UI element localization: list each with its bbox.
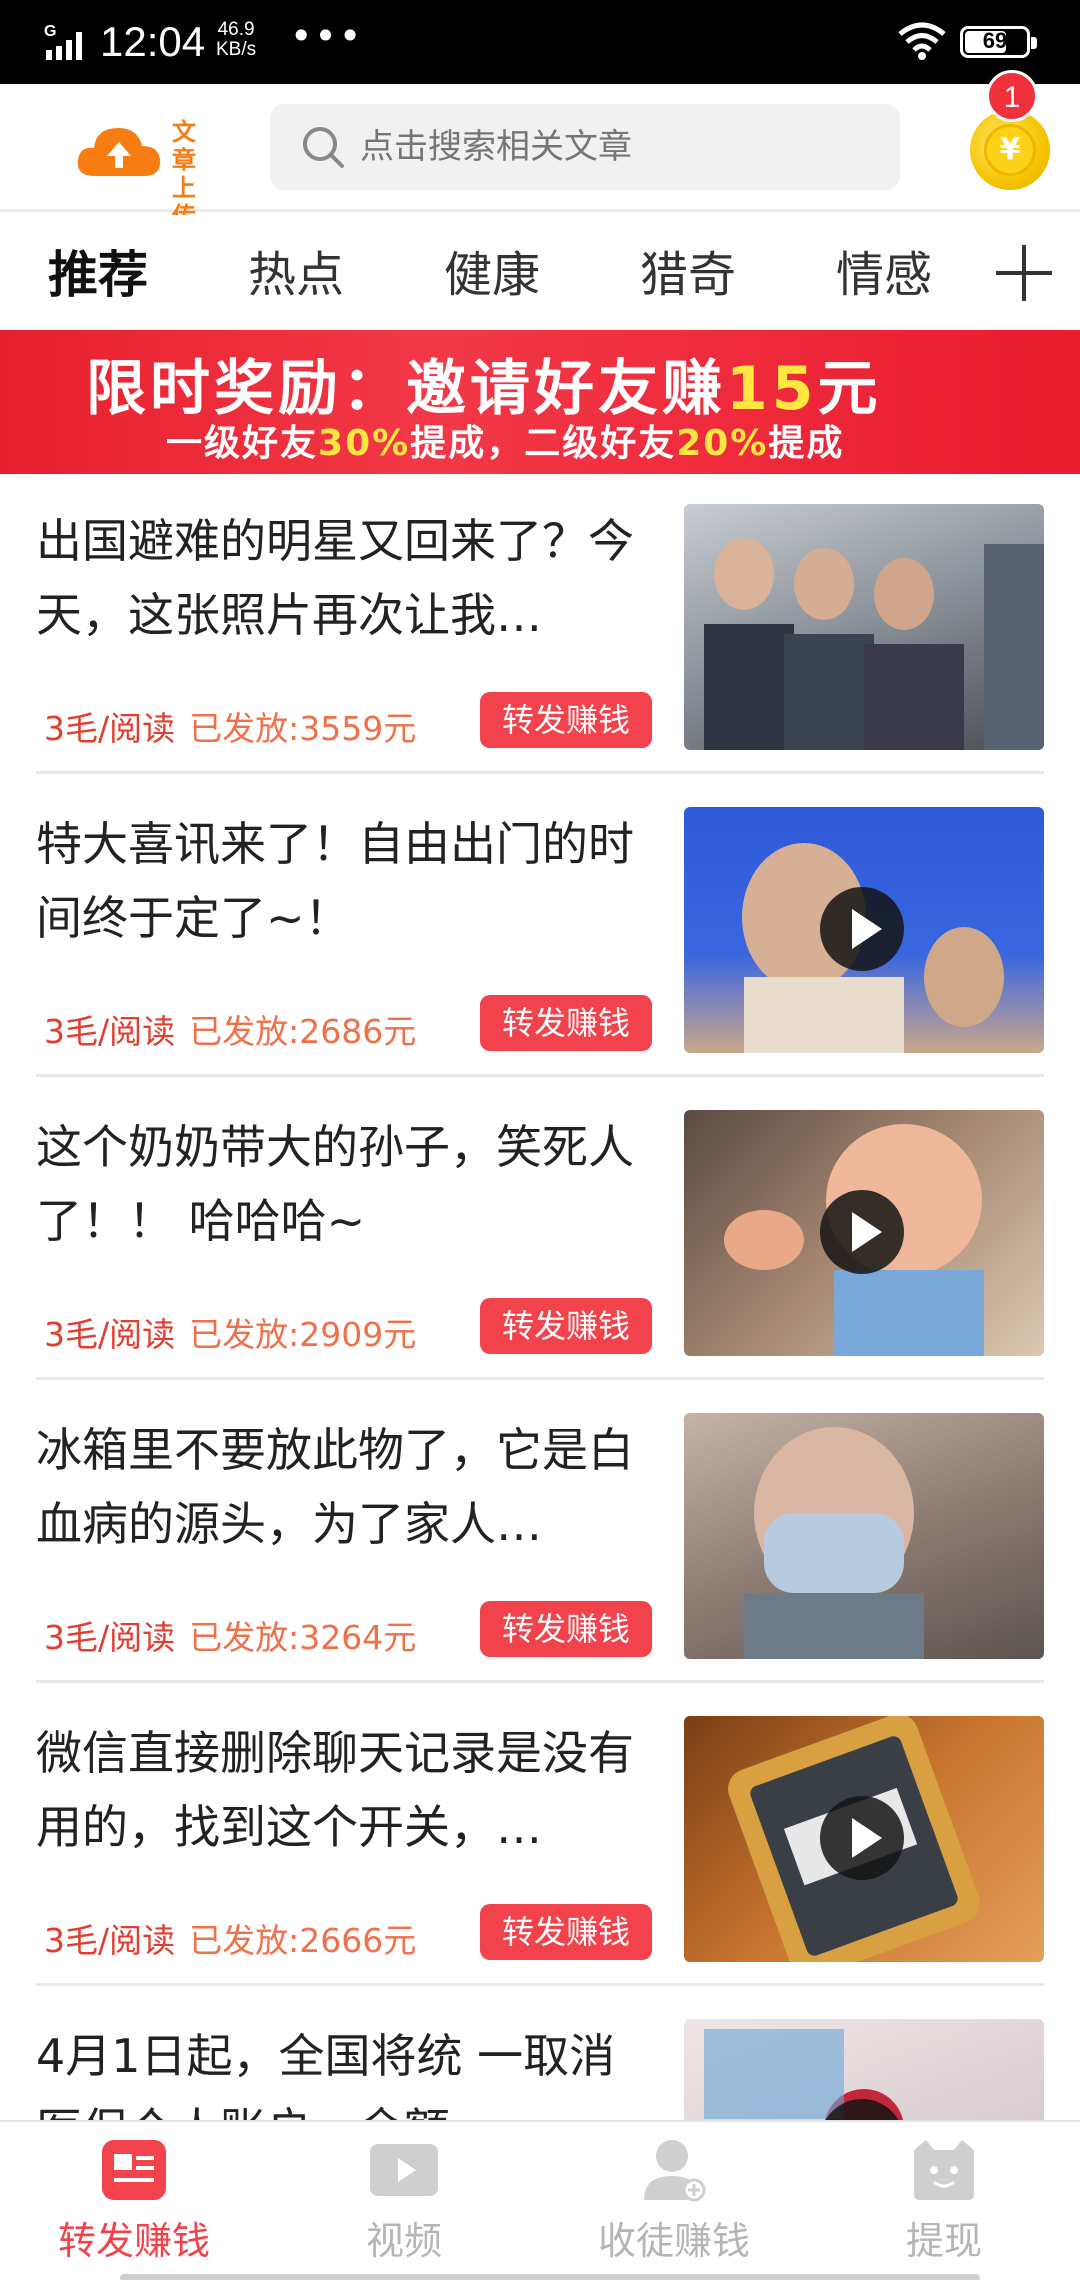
banner-sub-part3: 提成 bbox=[768, 423, 845, 464]
article-title: 微信直接删除聊天记录是没有用的，找到这个开关，… bbox=[36, 1726, 634, 1854]
wallet-face-nav-icon bbox=[910, 2138, 978, 2202]
network-speed-value: 46.9 bbox=[217, 19, 255, 40]
signal-icon: G bbox=[44, 23, 82, 60]
more-notifications-icon: ••• bbox=[290, 14, 364, 58]
coin-symbol: ¥ bbox=[984, 124, 1036, 176]
bottom-navigation: 转发赚钱 视频 收徒赚钱 提现 bbox=[0, 2120, 1080, 2280]
article-title: 冰箱里不要放此物了，它是白血病的源头，为了家人… bbox=[36, 1423, 634, 1551]
article-thumbnail[interactable] bbox=[684, 2019, 1044, 2120]
article-paid: 已发放:2686元 bbox=[189, 1012, 417, 1051]
article-item[interactable]: 特大喜讯来了！自由出门的时间终于定了~！ 3毛/阅读 已发放:2686元 转发赚钱 bbox=[36, 777, 1044, 1077]
article-price: 3毛/阅读 bbox=[44, 1315, 176, 1354]
article-thumbnail[interactable] bbox=[684, 807, 1044, 1053]
article-paid: 已发放:2909元 bbox=[189, 1315, 417, 1354]
nav-label: 收徒赚钱 bbox=[597, 2219, 750, 2263]
tab-health[interactable]: 健康 bbox=[444, 235, 540, 305]
share-earn-button[interactable]: 转发赚钱 bbox=[480, 995, 652, 1051]
banner-pct1: 30% bbox=[318, 423, 411, 464]
battery-icon: 69 bbox=[960, 26, 1037, 58]
article-item[interactable]: 这个奶奶带大的孙子，笑死人了！！ 哈哈哈~ 3毛/阅读 已发放:2909元 转发赚… bbox=[36, 1080, 1044, 1380]
app-header: 文章上传 ¥ bbox=[0, 84, 1080, 230]
banner-pct2: 20% bbox=[676, 423, 769, 464]
share-earn-button[interactable]: 转发赚钱 bbox=[480, 1601, 652, 1657]
network-speed-unit: KB/s bbox=[216, 39, 257, 60]
article-meta: 3毛/阅读 已发放:2686元 bbox=[44, 1005, 416, 1053]
tab-recommend[interactable]: 推荐 bbox=[48, 235, 148, 307]
article-paid: 已发放:3264元 bbox=[189, 1618, 417, 1657]
article-feed: 出国避难的明星又回来了？今天，这张照片再次让我… 3毛/阅读 已发放:3559元 … bbox=[0, 474, 1080, 2120]
battery-level: 69 bbox=[982, 28, 1008, 53]
article-item[interactable]: 4月1日起，全国将统 一取消医保个人账户，余额… bbox=[36, 1989, 1044, 2120]
article-thumbnail[interactable] bbox=[684, 504, 1044, 750]
wifi-icon bbox=[898, 22, 946, 60]
article-thumbnail[interactable] bbox=[684, 1413, 1044, 1659]
nav-withdraw[interactable]: 提现 bbox=[844, 2138, 1044, 2265]
nav-share-earn[interactable]: 转发赚钱 bbox=[34, 2138, 234, 2265]
banner-sub-part2: 提成，二级好友 bbox=[410, 423, 677, 464]
article-meta: 3毛/阅读 已发放:2909元 bbox=[44, 1308, 416, 1356]
article-item[interactable]: 冰箱里不要放此物了，它是白血病的源头，为了家人… 3毛/阅读 已发放:3264元 … bbox=[36, 1383, 1044, 1683]
nav-recruit-earn[interactable]: 收徒赚钱 bbox=[574, 2138, 774, 2265]
notification-badge: 1 bbox=[986, 70, 1038, 122]
nav-label: 视频 bbox=[365, 2219, 442, 2263]
article-thumbnail[interactable] bbox=[684, 1110, 1044, 1356]
category-tabs: 推荐 热点 健康 猎奇 情感 bbox=[0, 215, 1080, 330]
network-speed: 46.9 KB/s bbox=[216, 20, 256, 60]
tab-hot[interactable]: 热点 bbox=[248, 235, 344, 305]
article-title: 这个奶奶带大的孙子，笑死人了！！ 哈哈哈~ bbox=[36, 1120, 634, 1248]
clock: 12:04 bbox=[100, 18, 206, 65]
add-tab-icon[interactable] bbox=[996, 245, 1052, 301]
tab-curious[interactable]: 猎奇 bbox=[640, 235, 736, 305]
search-icon bbox=[303, 127, 344, 168]
article-title: 特大喜讯来了！自由出门的时间终于定了~！ bbox=[36, 817, 634, 945]
invite-banner[interactable]: 限时奖励：邀请好友赚15元 一级好友30%提成，二级好友20%提成 bbox=[0, 330, 1080, 474]
article-price: 3毛/阅读 bbox=[44, 709, 176, 748]
battery-tip bbox=[1031, 37, 1037, 49]
article-upload-logo[interactable]: 文章上传 bbox=[76, 114, 236, 230]
upload-cloud-icon bbox=[77, 128, 160, 176]
user-add-nav-icon bbox=[640, 2138, 708, 2202]
article-nav-icon bbox=[100, 2138, 168, 2202]
search-bar[interactable] bbox=[270, 104, 900, 190]
article-meta: 3毛/阅读 已发放:2666元 bbox=[44, 1914, 416, 1962]
nav-label: 提现 bbox=[905, 2219, 982, 2263]
play-icon[interactable] bbox=[820, 1796, 904, 1880]
tab-emotion[interactable]: 情感 bbox=[836, 235, 932, 305]
article-item[interactable]: 出国避难的明星又回来了？今天，这张照片再次让我… 3毛/阅读 已发放:3559元 … bbox=[36, 474, 1044, 774]
logo-text: 文章上传 bbox=[172, 118, 196, 230]
article-paid: 已发放:2666元 bbox=[189, 1921, 417, 1960]
article-item[interactable]: 微信直接删除聊天记录是没有用的，找到这个开关，… 3毛/阅读 已发放:2666元 … bbox=[36, 1686, 1044, 1986]
status-bar: G 12:04 46.9 KB/s ••• 69 bbox=[0, 0, 1080, 84]
search-input[interactable] bbox=[360, 122, 880, 172]
share-earn-button[interactable]: 转发赚钱 bbox=[480, 692, 652, 748]
share-earn-button[interactable]: 转发赚钱 bbox=[480, 1904, 652, 1960]
thumbnail-image bbox=[704, 538, 1044, 750]
article-price: 3毛/阅读 bbox=[44, 1921, 176, 1960]
nav-video[interactable]: 视频 bbox=[304, 2138, 504, 2265]
article-price: 3毛/阅读 bbox=[44, 1012, 176, 1051]
thumbnail-image bbox=[744, 1427, 924, 1659]
article-price: 3毛/阅读 bbox=[44, 1618, 176, 1657]
article-thumbnail[interactable] bbox=[684, 1716, 1044, 1962]
play-icon[interactable] bbox=[820, 887, 904, 971]
article-meta: 3毛/阅读 已发放:3264元 bbox=[44, 1611, 416, 1659]
svg-text:G: G bbox=[44, 23, 56, 40]
coin-wallet-button[interactable]: ¥ bbox=[970, 110, 1050, 190]
article-paid: 已发放:3559元 bbox=[189, 709, 417, 748]
share-earn-button[interactable]: 转发赚钱 bbox=[480, 1298, 652, 1354]
coin-icon: ¥ bbox=[970, 110, 1050, 190]
article-title: 出国避难的明星又回来了？今天，这张照片再次让我… bbox=[36, 514, 634, 642]
video-nav-icon bbox=[370, 2138, 438, 2202]
article-title: 4月1日起，全国将统 一取消医保个人账户，余额… bbox=[36, 2029, 616, 2120]
home-indicator[interactable] bbox=[120, 2274, 980, 2280]
banner-sub-part1: 一级好友 bbox=[166, 423, 319, 464]
banner-subline: 一级好友30%提成，二级好友20%提成 bbox=[166, 414, 844, 466]
article-meta: 3毛/阅读 已发放:3559元 bbox=[44, 702, 416, 750]
nav-label: 转发赚钱 bbox=[57, 2219, 210, 2263]
play-icon[interactable] bbox=[820, 1190, 904, 1274]
